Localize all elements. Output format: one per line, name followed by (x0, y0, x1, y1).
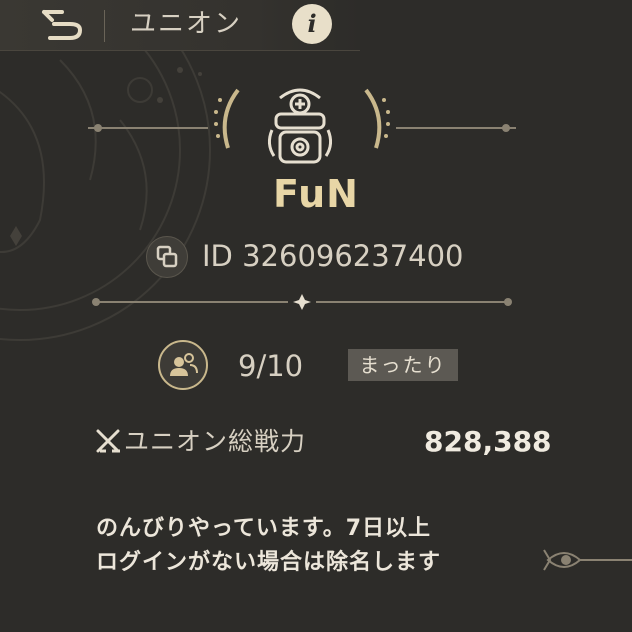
member-count: 9/10 (238, 349, 304, 383)
union-style-tag: まったり (348, 349, 458, 381)
emblem-wing-right (364, 88, 516, 149)
copy-icon (156, 245, 178, 268)
union-emblem-icon (267, 88, 333, 164)
section-divider (92, 294, 512, 310)
header-divider (104, 10, 105, 42)
header-bar: ユニオン i (0, 0, 360, 51)
power-label: ユニオン総戦力 (124, 427, 307, 456)
union-description: のんびりやっています。7日以上 ログインがない場合は除名します (96, 512, 546, 580)
back-arrow-icon (42, 10, 83, 40)
members-icon (170, 353, 198, 376)
union-id: ID 326096237400 (202, 239, 464, 273)
eye-ornament-icon (543, 549, 632, 571)
description-line: ログインがない場合は除名します (96, 550, 442, 575)
members-icon-badge (158, 340, 208, 390)
description-line: のんびりやっています。7日以上 (96, 516, 432, 541)
back-button[interactable] (40, 6, 88, 42)
power-value: 828,388 (424, 425, 552, 458)
info-icon: i (307, 9, 317, 38)
info-button[interactable]: i (292, 4, 332, 44)
copy-id-button[interactable] (146, 236, 188, 278)
union-name: FuN (273, 172, 359, 216)
emblem-wing-left (88, 88, 240, 149)
crossed-swords-icon (96, 429, 120, 453)
page-title: ユニオン (130, 9, 243, 39)
